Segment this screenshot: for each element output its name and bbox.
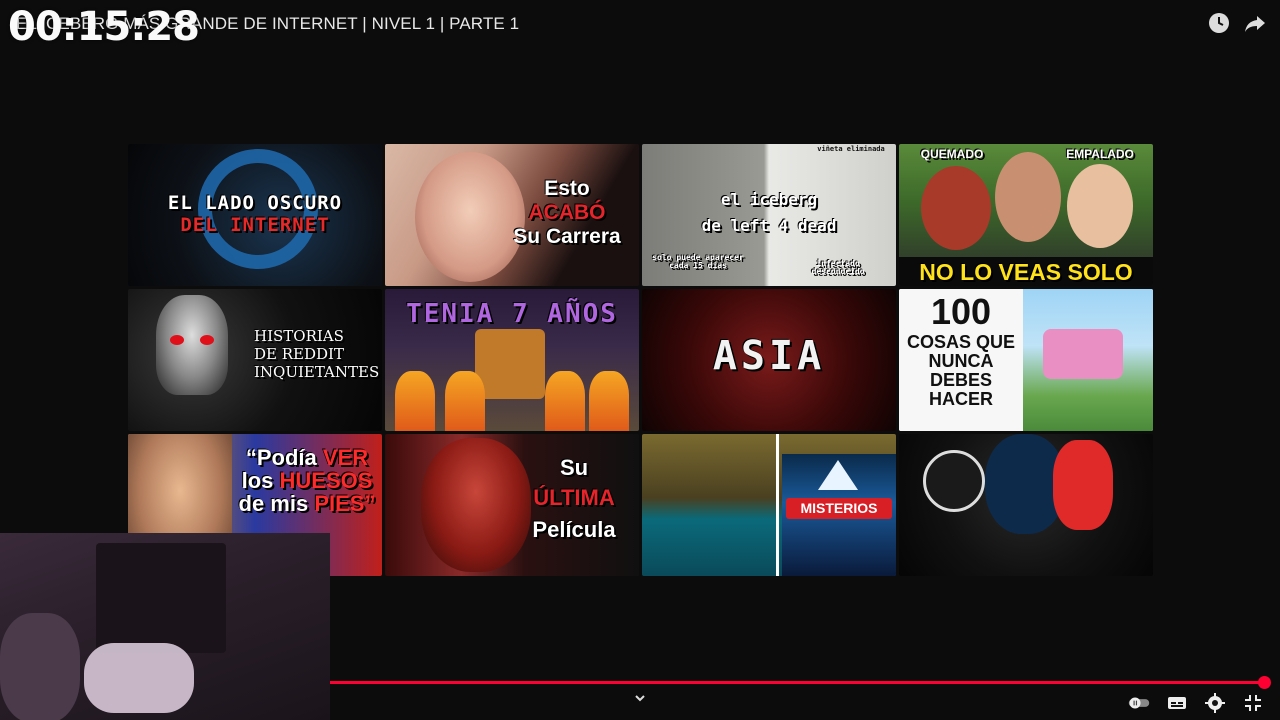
watch-later-icon[interactable] bbox=[1208, 12, 1230, 34]
thumbnail-small-text: solo puede aparecer cada 15 días bbox=[652, 253, 744, 271]
thumbnail-title-line: DEBES bbox=[929, 369, 992, 390]
thumbnail-reddit-stories[interactable]: HISTORIAS DE REDDIT INQUIETANTES bbox=[128, 289, 382, 431]
thumbnail-dark-internet[interactable]: EL LADO OSCURO DEL INTERNET bbox=[128, 144, 382, 286]
thumbnail-title-line: ASIA bbox=[712, 333, 826, 379]
settings-gear-icon[interactable] bbox=[1204, 692, 1226, 714]
webcam-overlay bbox=[0, 533, 330, 720]
thumbnail-divider bbox=[776, 434, 779, 576]
thumbnail-title-line: NUNCA bbox=[928, 350, 994, 371]
thumbnail-title-word: “Podía bbox=[245, 445, 317, 470]
thumbnail-creepy-mascots[interactable] bbox=[899, 434, 1153, 576]
thumbnail-face bbox=[421, 438, 531, 572]
thumbnail-badge: MISTERIOS bbox=[786, 498, 892, 519]
thumbnail-title-line: Película bbox=[532, 517, 616, 542]
thumbnail-title-line: HISTORIAS bbox=[254, 327, 344, 345]
bear-figure bbox=[923, 450, 985, 512]
share-icon[interactable] bbox=[1244, 12, 1266, 34]
axolotl-figure bbox=[1043, 329, 1123, 379]
webcam-shape bbox=[96, 543, 226, 653]
thumbnail-small-text: infectado desconocido bbox=[811, 259, 865, 277]
thumbnail-100-cosas[interactable]: 100 COSAS QUE NUNCA DEBES HACER bbox=[899, 289, 1153, 431]
thumbnail-title-line: Su bbox=[559, 455, 589, 480]
thumbnail-title-line: TENIA 7 AÑOS bbox=[406, 299, 618, 329]
progress-fill bbox=[330, 681, 1264, 684]
thumbnail-text-panel: 100 COSAS QUE NUNCA DEBES HACER bbox=[899, 289, 1023, 431]
thumbnail-face bbox=[995, 152, 1061, 242]
autoplay-toggle-icon[interactable] bbox=[1128, 692, 1150, 714]
thumbnail-small-text: viñeta eliminada bbox=[817, 145, 885, 153]
fire-icon bbox=[395, 371, 435, 431]
fire-icon bbox=[445, 371, 485, 431]
thumbnail-title-line: ACABÓ bbox=[528, 201, 606, 224]
thumbnail-label: QUEMADO bbox=[920, 147, 984, 161]
thumbnail-title-line: 100 bbox=[930, 291, 992, 332]
thumbnail-title-line: el iceberg bbox=[720, 190, 818, 209]
thumbnail-tenia-7-anos[interactable]: TENIA 7 AÑOS bbox=[385, 289, 639, 431]
webcam-shape bbox=[0, 613, 80, 720]
thumbnail-title-word: VER bbox=[322, 445, 369, 470]
exit-fullscreen-icon[interactable] bbox=[1242, 692, 1264, 714]
thumbnail-no-lo-veas-solo[interactable]: QUEMADO EMPALADO NO LO VEAS SOLO bbox=[899, 144, 1153, 286]
thumbnail-title-line: Su Carrera bbox=[513, 225, 621, 248]
player-top-bar: EL ICEBERG MÁS GRANDE DE INTERNET | NIVE… bbox=[0, 0, 1280, 60]
thumbnail-title-word: de mis bbox=[238, 491, 309, 517]
thumbnail-title: HISTORIAS DE REDDIT INQUIETANTES bbox=[254, 327, 379, 381]
thumbnail-title: “Podía VER los HUESOS de mis PIES” bbox=[232, 446, 382, 515]
thumbnail-title-line: ÚLTIMA bbox=[533, 485, 615, 510]
fire-icon bbox=[589, 371, 629, 431]
thumbnail-face bbox=[1067, 164, 1133, 248]
thumbnail-asia[interactable]: ASIA bbox=[642, 289, 896, 431]
thumbnail-title-word: PIES” bbox=[314, 491, 376, 517]
webcam-shape bbox=[84, 643, 194, 713]
thumbnail-figure bbox=[156, 295, 228, 395]
stream-timer: 00:15:28 bbox=[8, 4, 200, 50]
end-screen-grid: EL LADO OSCURO DEL INTERNET Esto ACABÓ S… bbox=[128, 144, 1153, 576]
thumbnail-title-word: los bbox=[241, 468, 274, 494]
chevron-down-icon[interactable] bbox=[632, 690, 648, 706]
thumbnail-banner: NO LO VEAS SOLO bbox=[899, 256, 1153, 286]
thumbnail-title-word: HUESOS bbox=[279, 468, 373, 494]
thumbnail-title-line: INQUIETANTES bbox=[254, 363, 380, 381]
clown-figure bbox=[1053, 440, 1113, 530]
thumbnail-minecraft-scene bbox=[1023, 289, 1153, 431]
thumbnail-label: EMPALADO bbox=[1066, 147, 1134, 161]
thumbnail-title-line: DEL INTERNET bbox=[180, 214, 330, 236]
thumbnail-title: COSAS QUE NUNCA DEBES HACER bbox=[899, 333, 1023, 409]
red-eye-icon bbox=[170, 335, 184, 345]
thumbnail-left4dead-iceberg[interactable]: el iceberg de left 4 dead solo puede apa… bbox=[642, 144, 896, 286]
thumbnail-figure bbox=[475, 329, 545, 399]
progress-scrubber[interactable] bbox=[1258, 676, 1271, 689]
progress-bar[interactable] bbox=[330, 676, 1271, 689]
thumbnail-title-line: de left 4 dead bbox=[701, 216, 837, 235]
top-actions bbox=[1208, 12, 1266, 34]
thumbnail-title-line: HACER bbox=[928, 388, 993, 409]
thumbnail-acabo-carrera[interactable]: Esto ACABÓ Su Carrera bbox=[385, 144, 639, 286]
thumbnail-misterios[interactable]: MISTERIOS bbox=[642, 434, 896, 576]
fire-icon bbox=[545, 371, 585, 431]
subtitles-icon[interactable] bbox=[1166, 692, 1188, 714]
thumbnail-title-line: EL LADO OSCURO bbox=[167, 192, 343, 214]
red-eye-icon bbox=[200, 335, 214, 345]
thumbnail-title-line: COSAS QUE bbox=[906, 332, 1016, 352]
thumbnail-title-line: DE REDDIT bbox=[254, 345, 344, 363]
thumbnail-title-line: Esto bbox=[544, 177, 590, 200]
thumbnail-face bbox=[921, 166, 991, 250]
thumbnail-ultima-pelicula[interactable]: Su ÚLTIMA Película bbox=[385, 434, 639, 576]
player-controls bbox=[1128, 692, 1264, 714]
